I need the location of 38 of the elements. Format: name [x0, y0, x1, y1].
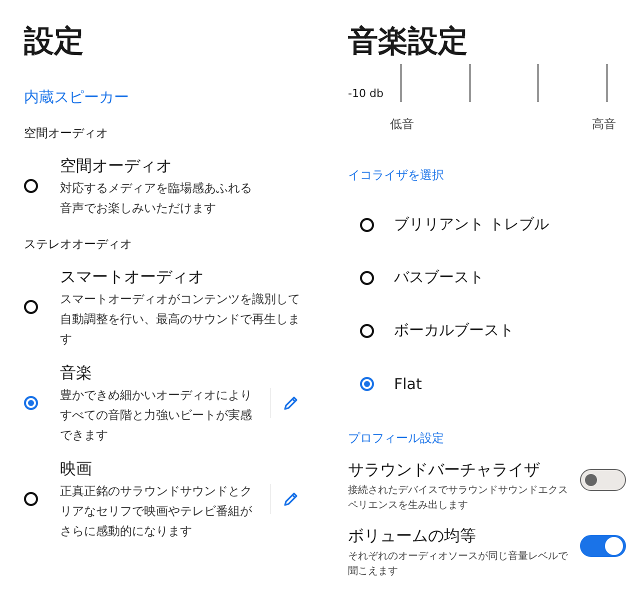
- setting-title: サラウンドバーチャライザ: [348, 459, 541, 481]
- axis-label: 高音: [592, 116, 616, 133]
- toggle-switch[interactable]: [580, 535, 626, 557]
- radio-button[interactable]: [360, 376, 374, 390]
- radio-button[interactable]: [360, 270, 374, 284]
- option-description: 正真正銘のサラウンドサウンドとクリアなセリフで映画やテレビ番組がさらに感動的になります: [60, 483, 253, 540]
- preset-option[interactable]: Flat: [348, 357, 626, 410]
- setting-title: ボリュームの均等: [348, 525, 477, 547]
- edit-icon[interactable]: [283, 395, 299, 411]
- group-header: 空間オーディオ: [24, 125, 109, 142]
- group-header: ステレオオーディオ: [24, 236, 133, 253]
- db-label: -10 db: [348, 87, 384, 100]
- page-title: 音楽設定: [348, 24, 469, 60]
- option-description: 対応するメディアを臨場感あふれる音声でお楽しみいただけます: [60, 180, 253, 217]
- option-description: スマートオーディオがコンテンツを識別して自動調整を行い、最高のサウンドで再生します: [60, 291, 301, 348]
- section-header: プロフィール設定: [348, 430, 445, 447]
- axis-label: 低音: [390, 116, 414, 133]
- option-title: スマートオーディオ: [60, 266, 205, 288]
- edit-icon[interactable]: [283, 491, 299, 507]
- page-title: 設定: [24, 24, 85, 60]
- option-title: 音楽: [60, 362, 93, 384]
- radio-button[interactable]: [24, 492, 38, 506]
- option-title: 映画: [60, 458, 93, 480]
- option-title: 空間オーディオ: [60, 155, 173, 177]
- preset-option[interactable]: バスブースト: [348, 251, 626, 304]
- radio-button[interactable]: [360, 324, 374, 338]
- radio-button[interactable]: [24, 396, 38, 410]
- radio-button[interactable]: [360, 218, 374, 232]
- toggle-switch[interactable]: [580, 469, 626, 491]
- radio-button[interactable]: [24, 300, 38, 314]
- preset-option[interactable]: ブリリアント トレブル: [348, 198, 626, 251]
- preset-option[interactable]: ボーカルブースト: [348, 304, 626, 357]
- setting-description: 接続されたデバイスでサラウンドサウンドエクスペリエンスを生み出します: [348, 484, 569, 513]
- section-link[interactable]: 内蔵スピーカー: [24, 88, 324, 107]
- section-header: イコライザを選択: [348, 167, 445, 184]
- radio-button[interactable]: [24, 179, 38, 193]
- setting-description: それぞれのオーディオソースが同じ音量レベルで聞こえます: [348, 550, 569, 579]
- option-description: 豊かできめ細かいオーディオによりすべての音階と力強いビートが実感できます: [60, 387, 253, 444]
